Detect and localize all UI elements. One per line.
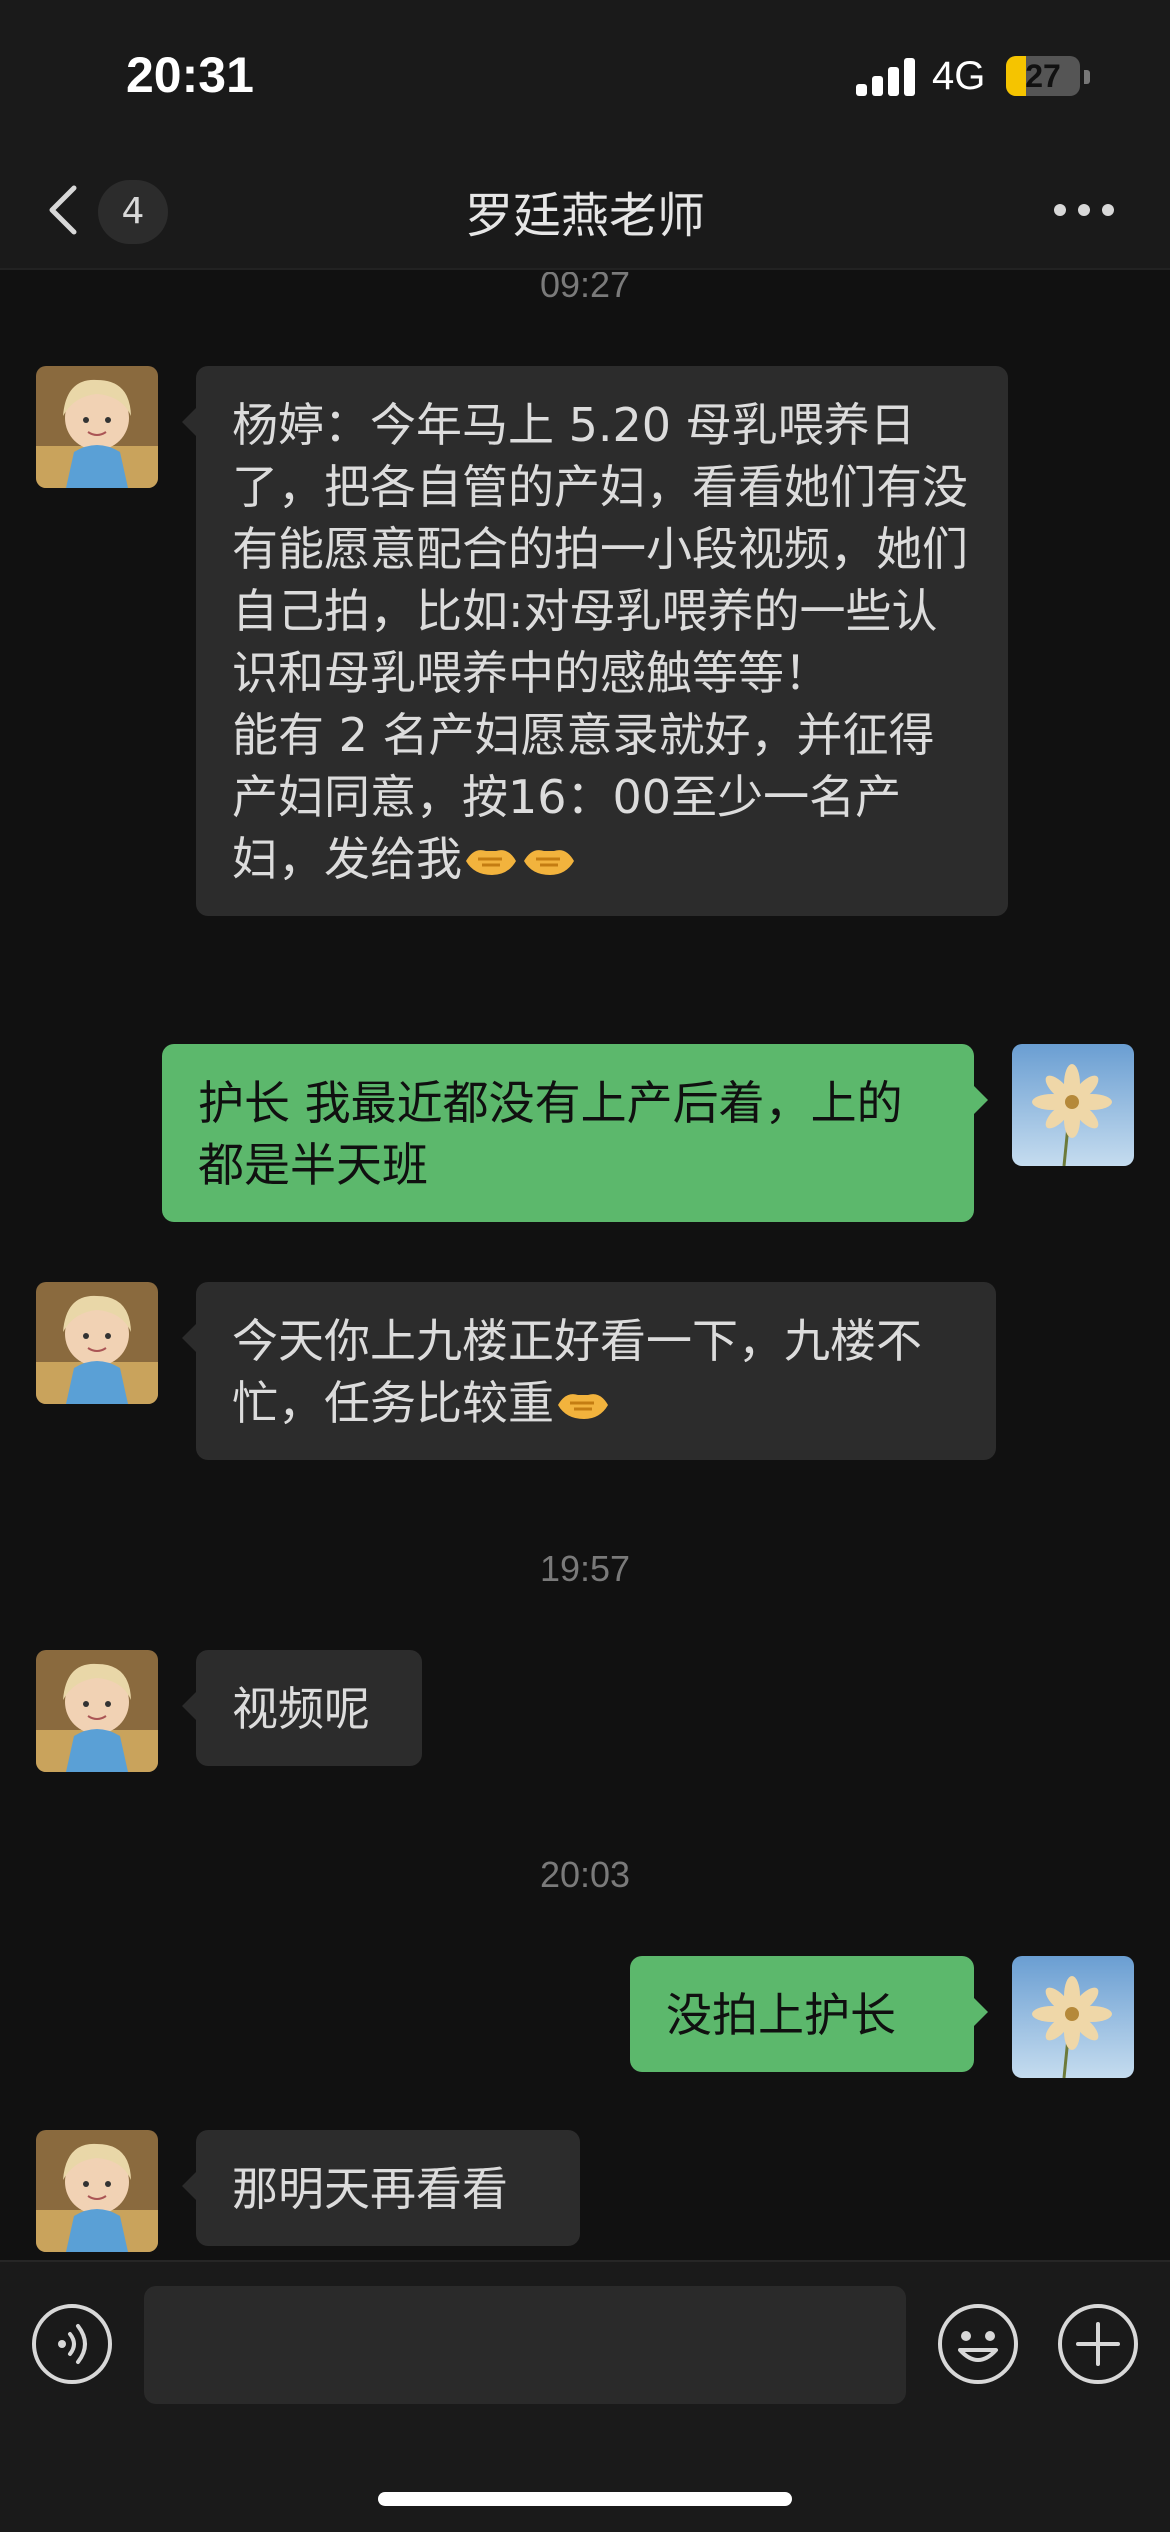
handshake-emoji <box>554 1378 612 1420</box>
contact-avatar[interactable] <box>36 1282 158 1404</box>
message-bubble-incoming[interactable]: 视频呢 <box>182 1650 422 1766</box>
contact-avatar[interactable] <box>36 366 158 488</box>
timestamp: 20:03 <box>539 1854 631 1895</box>
smiley-icon[interactable] <box>936 2302 1020 2386</box>
battery-icon: 27 <box>1006 56 1080 96</box>
handshake-emoji <box>520 834 578 876</box>
my-avatar[interactable] <box>1012 1956 1134 2078</box>
message-text: 那明天再看看 <box>232 2162 508 2216</box>
message-text: 视频呢 <box>232 1682 370 1736</box>
battery-level: 27 <box>1025 58 1061 94</box>
my-avatar[interactable] <box>1012 1044 1134 1166</box>
plus-circle-icon[interactable] <box>1056 2302 1140 2386</box>
status-bar: 20:31 4G 27 <box>0 0 1170 150</box>
message-input[interactable] <box>144 2286 906 2404</box>
message-text: 杨婷：今年马上 5.20 母乳喂养日了，把各自管的产妇，看看她们有没有能愿意配合… <box>232 398 968 886</box>
signal-icon <box>856 56 916 96</box>
message-list[interactable]: 09:27 杨婷：今年马上 5.20 母乳喂养日了，把各自管的产妇，看看她们有没… <box>0 272 1170 2260</box>
message-bubble-incoming[interactable]: 那明天再看看 <box>182 2130 580 2246</box>
timestamp: 09:27 <box>539 272 631 305</box>
message-bubble-outgoing[interactable]: 护长 我最近都没有上产后着，上的都是半天班 <box>162 1044 988 1222</box>
home-indicator[interactable] <box>378 2492 792 2506</box>
contact-avatar[interactable] <box>36 2130 158 2252</box>
chat-header: 4 罗廷燕老师 <box>0 150 1170 270</box>
status-time: 20:31 <box>126 47 254 103</box>
contact-avatar[interactable] <box>36 1650 158 1772</box>
handshake-emoji <box>462 834 520 876</box>
message-bubble-incoming[interactable]: 今天你上九楼正好看一下，九楼不忙，任务比较重 <box>182 1282 996 1460</box>
input-bar <box>0 2260 1170 2532</box>
message-bubble-incoming[interactable]: 杨婷：今年马上 5.20 母乳喂养日了，把各自管的产妇，看看她们有没有能愿意配合… <box>182 366 1008 916</box>
voice-icon[interactable] <box>30 2302 114 2386</box>
battery-cap <box>1084 70 1090 84</box>
message-text: 护长 我最近都没有上产后着，上的都是半天班 <box>198 1076 903 1192</box>
message-text: 没拍上护长 <box>666 1988 896 2042</box>
chat-title: 罗廷燕老师 <box>464 188 705 244</box>
network-type: 4G <box>932 54 986 98</box>
more-horizontal-icon[interactable] <box>1054 200 1114 220</box>
timestamp: 19:57 <box>539 1548 631 1589</box>
message-bubble-outgoing[interactable]: 没拍上护长 <box>630 1956 988 2072</box>
